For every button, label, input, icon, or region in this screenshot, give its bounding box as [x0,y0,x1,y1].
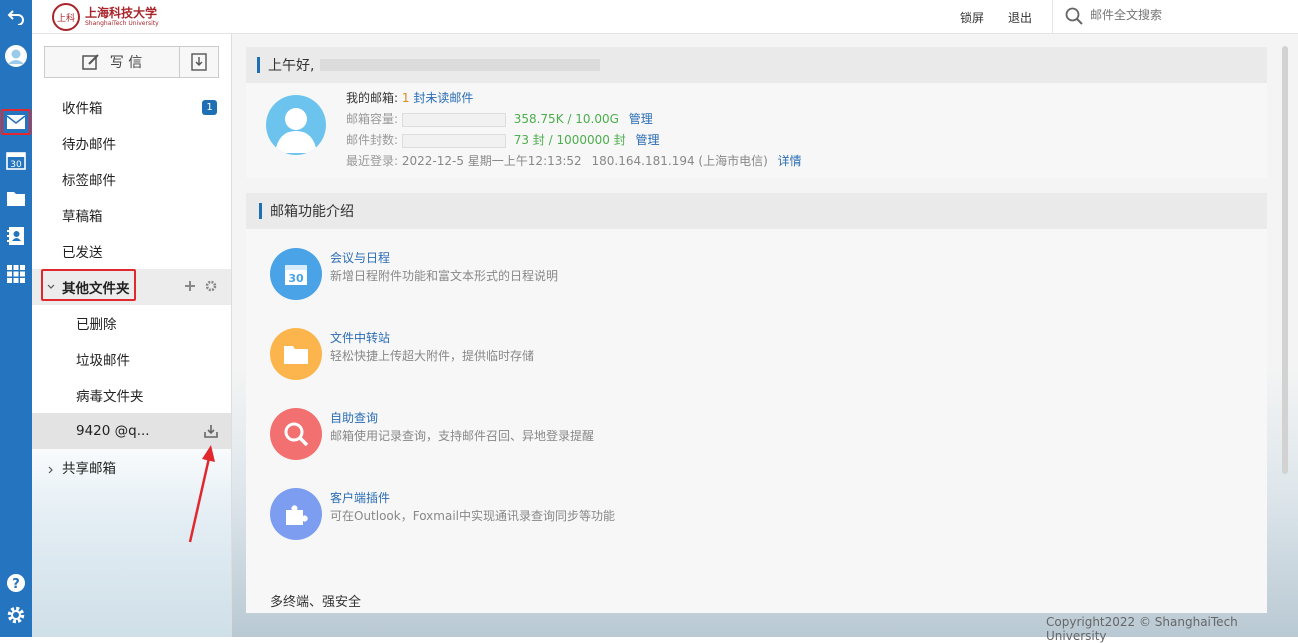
search-icon [270,408,322,460]
app-rail: 30 ? [0,0,32,637]
search-icon[interactable] [1065,7,1083,29]
capacity-manage-link[interactable]: 管理 [629,112,653,126]
folder-tagged[interactable]: 标签邮件 [32,161,231,197]
add-folder-icon[interactable] [184,280,196,296]
last-login-row: 最近登录: 2022-12-5 星期一上午12:13:52 180.164.18… [346,154,802,168]
folder-deleted[interactable]: 已删除 [32,305,231,341]
folder-virus[interactable]: 病毒文件夹 [32,377,231,413]
welcome-header: 上午好, [246,47,1267,83]
compose-button[interactable]: 写 信 [45,47,180,77]
fulltext-search-input[interactable] [1090,8,1270,22]
contacts-icon[interactable] [4,224,28,248]
apps-grid-icon[interactable] [4,262,28,286]
compose-label: 写 信 [109,55,143,71]
main-content: 上午好, 我的邮箱: 1 封未读邮件 邮箱容量: 358.75K / 10.00… [232,34,1298,643]
calendar-icon[interactable]: 30 [4,148,28,172]
import-button[interactable] [180,47,218,77]
folder-sidebar: 写 信 收件箱 1 待办邮件 标签邮件 草稿箱 已发送 其他文件夹 已删除 垃圾邮… [32,34,232,637]
other-folders-highlight [41,269,136,301]
logo-seal: 上科 [52,3,80,31]
mailbox-row: 我的邮箱: 1 封未读邮件 [346,91,474,105]
features-card: 邮箱功能介绍 30 会议与日程 新增日程附件功能和富文本形式的日程说明 文件中转… [246,193,1267,613]
count-manage-link[interactable]: 管理 [636,133,660,147]
svg-text:30: 30 [288,272,304,285]
capacity-row: 邮箱容量: 358.75K / 10.00G 管理 [346,112,653,127]
capacity-bar [401,112,506,127]
puzzle-icon [270,488,322,540]
user-avatar-icon[interactable] [4,44,28,68]
compose-icon [82,54,99,70]
user-avatar[interactable] [266,95,326,155]
back-icon[interactable] [4,4,28,28]
feature-self-query[interactable]: 自助查询 邮箱使用记录查询，支持邮件召回、异地登录提醒 [270,408,970,462]
redacted-address [320,59,601,71]
feature-client-plugin[interactable]: 客户端插件 可在Outlook，Foxmail中实现通讯录查询同步等功能 [270,488,970,542]
university-logo[interactable]: 上科 上海科技大学 ShanghaiTech University [52,3,159,31]
logout-link[interactable]: 退出 [1008,9,1032,26]
logo-en-text: ShanghaiTech University [85,20,159,27]
folder-icon[interactable] [4,186,28,210]
count-row: 邮件封数: 73 封 / 1000000 封 管理 [346,133,660,148]
folder-icon [270,328,322,380]
svg-text:?: ? [12,577,20,592]
count-bar [401,133,506,148]
logo-cn-text: 上海科技大学 [85,6,158,20]
download-icon[interactable] [203,423,219,443]
svg-text:30: 30 [10,160,22,170]
folder-junk[interactable]: 垃圾邮件 [32,341,231,377]
features-header: 邮箱功能介绍 [246,193,1267,229]
copyright-footer: Copyright2022 © ShanghaiTech University [1046,615,1238,643]
lock-screen-link[interactable]: 锁屏 [960,9,984,26]
scrollbar[interactable] [1282,46,1288,474]
top-bar: 上科 上海科技大学 ShanghaiTech University 锁屏 退出 [32,0,1298,34]
greeting-text: 上午好, [268,58,315,74]
calendar-icon: 30 [270,248,322,300]
folder-settings-gear-icon[interactable] [205,280,217,296]
folder-drafts[interactable]: 草稿箱 [32,197,231,233]
folder-sent[interactable]: 已发送 [32,233,231,269]
settings-gear-icon[interactable] [4,603,28,627]
multi-device-title: 多终端、强安全 [270,595,362,610]
folder-todo[interactable]: 待办邮件 [32,125,231,161]
folder-inbox[interactable]: 收件箱 1 [32,89,231,125]
import-icon [191,53,207,71]
chevron-right-icon[interactable] [47,462,55,478]
compose-group: 写 信 [44,46,219,78]
features-title: 邮箱功能介绍 [270,204,354,220]
mail-icon[interactable] [4,110,28,134]
feature-calendar[interactable]: 30 会议与日程 新增日程附件功能和富文本形式的日程说明 [270,248,970,302]
annotation-arrow [188,445,215,543]
unread-badge: 1 [202,100,217,115]
unread-mail-link[interactable]: 封未读邮件 [413,91,473,105]
login-detail-link[interactable]: 详情 [778,154,802,168]
divider [1052,0,1053,33]
help-icon[interactable]: ? [4,571,28,595]
feature-file-transfer[interactable]: 文件中转站 轻松快捷上传超大附件，提供临时存储 [270,328,970,382]
welcome-card: 上午好, 我的邮箱: 1 封未读邮件 邮箱容量: 358.75K / 10.00… [246,47,1267,178]
